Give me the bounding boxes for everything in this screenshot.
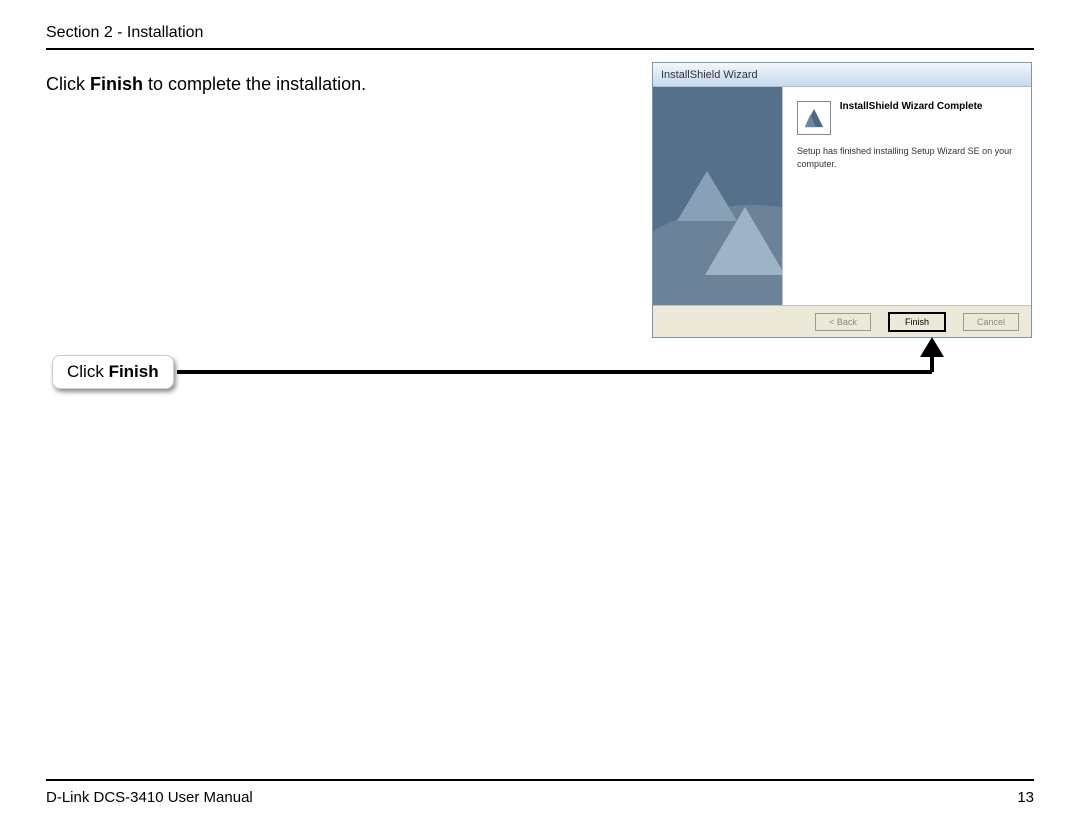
arrow-up-icon (920, 337, 944, 357)
callout-line (177, 370, 932, 374)
page-footer: D-Link DCS-3410 User Manual 13 (46, 779, 1034, 806)
section-title: Section 2 - Installation (46, 24, 203, 41)
wizard-icon (797, 101, 831, 135)
callout: Click Finish (52, 355, 952, 395)
triangle-icon (705, 207, 783, 275)
callout-vertical (930, 355, 934, 372)
instruction-suffix: to complete the installation. (143, 74, 366, 94)
footer-page-number: 13 (1017, 789, 1034, 806)
dialog-body: InstallShield Wizard Complete Setup has … (653, 87, 1031, 305)
dialog-footer: < Back Finish Cancel (653, 305, 1031, 337)
finish-button[interactable]: Finish (889, 313, 945, 331)
cancel-button: Cancel (963, 313, 1019, 331)
instruction-prefix: Click (46, 74, 90, 94)
back-button: < Back (815, 313, 871, 331)
instruction-bold: Finish (90, 74, 143, 94)
dialog-titlebar: InstallShield Wizard (653, 63, 1031, 87)
dialog-body-text: Setup has finished installing Setup Wiza… (797, 145, 1017, 170)
callout-prefix: Click (67, 362, 109, 381)
dialog-sidebar-graphic (653, 87, 783, 305)
dialog-heading: InstallShield Wizard Complete (840, 101, 983, 112)
callout-bold: Finish (109, 362, 159, 381)
footer-manual-name: D-Link DCS-3410 User Manual (46, 789, 253, 806)
instruction-text: Click Finish to complete the installatio… (46, 74, 366, 95)
installshield-dialog: InstallShield Wizard InstallShield Wizar… (652, 62, 1032, 338)
callout-pill: Click Finish (52, 355, 174, 389)
dialog-title: InstallShield Wizard (661, 69, 758, 81)
dialog-content: InstallShield Wizard Complete Setup has … (783, 87, 1031, 305)
section-header: Section 2 - Installation (46, 0, 1034, 50)
